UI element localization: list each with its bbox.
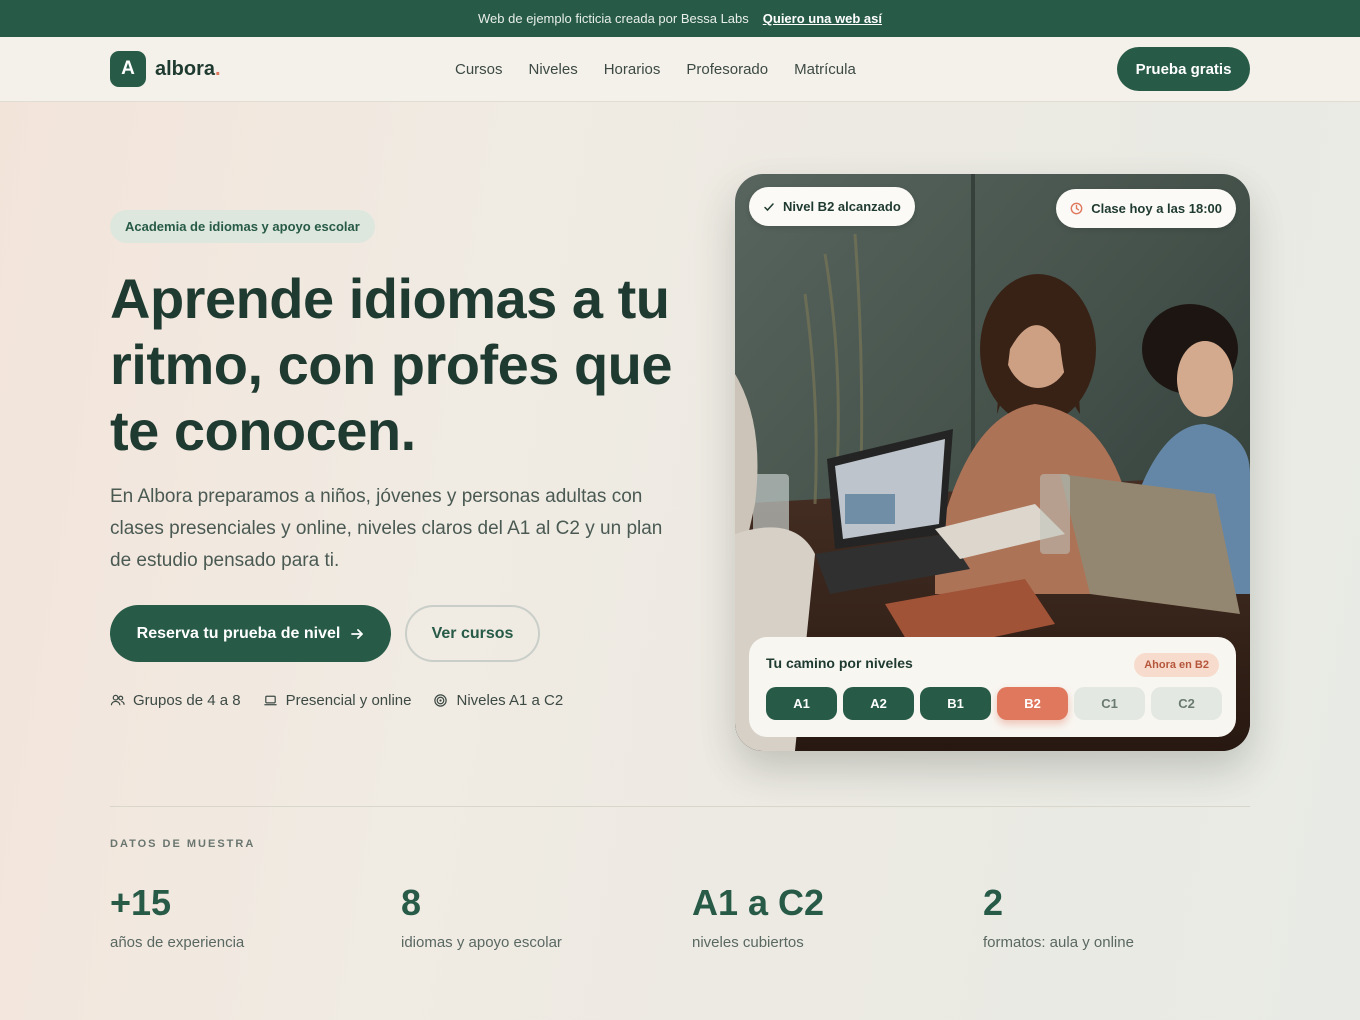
stat-value: 2 xyxy=(983,882,1004,923)
level-achieved-pill: Nivel B2 alcanzado xyxy=(749,187,915,226)
level-a1[interactable]: A1 xyxy=(766,687,837,720)
stat-label: niveles cubiertos xyxy=(692,934,804,951)
check-icon xyxy=(764,202,774,211)
logo-text: albora. xyxy=(155,58,221,81)
current-level-badge: Ahora en B2 xyxy=(1134,653,1219,677)
level-a2[interactable]: A2 xyxy=(843,687,914,720)
level-c2[interactable]: C2 xyxy=(1151,687,1222,720)
stat-levels: A1 a C2 niveles cubiertos xyxy=(692,880,824,951)
nav-item-profesorado[interactable]: Profesorado xyxy=(686,61,768,78)
main-nav: Cursos Niveles Horarios Profesorado Matr… xyxy=(455,37,856,102)
site-header: A albora. Cursos Niveles Horarios Profes… xyxy=(0,37,1360,102)
pill-label: Nivel B2 alcanzado xyxy=(783,199,901,214)
level-steps: A1 A2 B1 B2 C1 C2 xyxy=(766,687,1222,720)
feature-label: Niveles A1 a C2 xyxy=(456,692,564,709)
nav-item-cursos[interactable]: Cursos xyxy=(455,61,503,78)
feature-format: Presencial y online xyxy=(263,692,412,709)
stat-value: +15 xyxy=(110,882,172,923)
group-icon xyxy=(110,694,125,706)
view-courses-button[interactable]: Ver cursos xyxy=(405,605,540,662)
hero-badge: Academia de idiomas y apoyo escolar xyxy=(110,210,375,243)
promo-text: Web de ejemplo ficticia creada por Bessa… xyxy=(478,11,749,26)
hero-image-card: Nivel B2 alcanzado Clase hoy a las 18:00… xyxy=(735,174,1250,751)
nav-item-horarios[interactable]: Horarios xyxy=(604,61,661,78)
stat-value: 8 xyxy=(401,882,422,923)
target-icon xyxy=(434,694,448,707)
stat-label: idiomas y apoyo escolar xyxy=(401,934,562,951)
level-c1[interactable]: C1 xyxy=(1074,687,1145,720)
stat-languages: 8 idiomas y apoyo escolar xyxy=(401,880,562,951)
arrow-right-icon xyxy=(351,628,364,639)
hero-features: Grupos de 4 a 8 Presencial y online Nive… xyxy=(110,692,563,709)
laptop-icon xyxy=(263,695,277,706)
book-level-test-label: Reserva tu prueba de nivel xyxy=(136,624,341,642)
book-level-test-button[interactable]: Reserva tu prueba de nivel xyxy=(110,605,391,662)
class-time-pill: Clase hoy a las 18:00 xyxy=(1056,189,1236,228)
stat-value: A1 a C2 xyxy=(692,882,825,923)
clock-icon xyxy=(1070,202,1083,215)
free-trial-button[interactable]: Prueba gratis xyxy=(1117,47,1250,91)
feature-group-size: Grupos de 4 a 8 xyxy=(110,692,241,709)
pill-label: Clase hoy a las 18:00 xyxy=(1091,201,1222,216)
logo[interactable]: A albora. xyxy=(110,51,221,87)
stats-label: DATOS DE MUESTRA xyxy=(110,838,256,850)
stat-experience: +15 años de experiencia xyxy=(110,880,244,951)
promo-topbar: Web de ejemplo ficticia creada por Bessa… xyxy=(0,0,1360,37)
nav-item-matricula[interactable]: Matrícula xyxy=(794,61,856,78)
levels-panel: Tu camino por niveles Ahora en B2 A1 A2 … xyxy=(749,637,1236,737)
logo-mark: A xyxy=(110,51,146,87)
stat-formats: 2 formatos: aula y online xyxy=(983,880,1134,951)
stat-label: años de experiencia xyxy=(110,934,245,951)
brand-dot: . xyxy=(215,57,221,80)
promo-link[interactable]: Quiero una web así xyxy=(763,11,882,26)
feature-label: Presencial y online xyxy=(285,692,412,709)
feature-label: Grupos de 4 a 8 xyxy=(133,692,241,709)
brand-name: albora xyxy=(155,57,216,80)
hero-title: Aprende idiomas a tu ritmo, con profes q… xyxy=(110,267,673,462)
level-b2[interactable]: B2 xyxy=(997,687,1068,720)
section-divider xyxy=(110,806,1250,807)
feature-levels: Niveles A1 a C2 xyxy=(433,692,563,709)
level-b1[interactable]: B1 xyxy=(920,687,991,720)
hero-description: En Albora preparamos a niños, jóvenes y … xyxy=(110,486,663,571)
stat-label: formatos: aula y online xyxy=(983,934,1134,951)
nav-item-niveles[interactable]: Niveles xyxy=(529,61,578,78)
